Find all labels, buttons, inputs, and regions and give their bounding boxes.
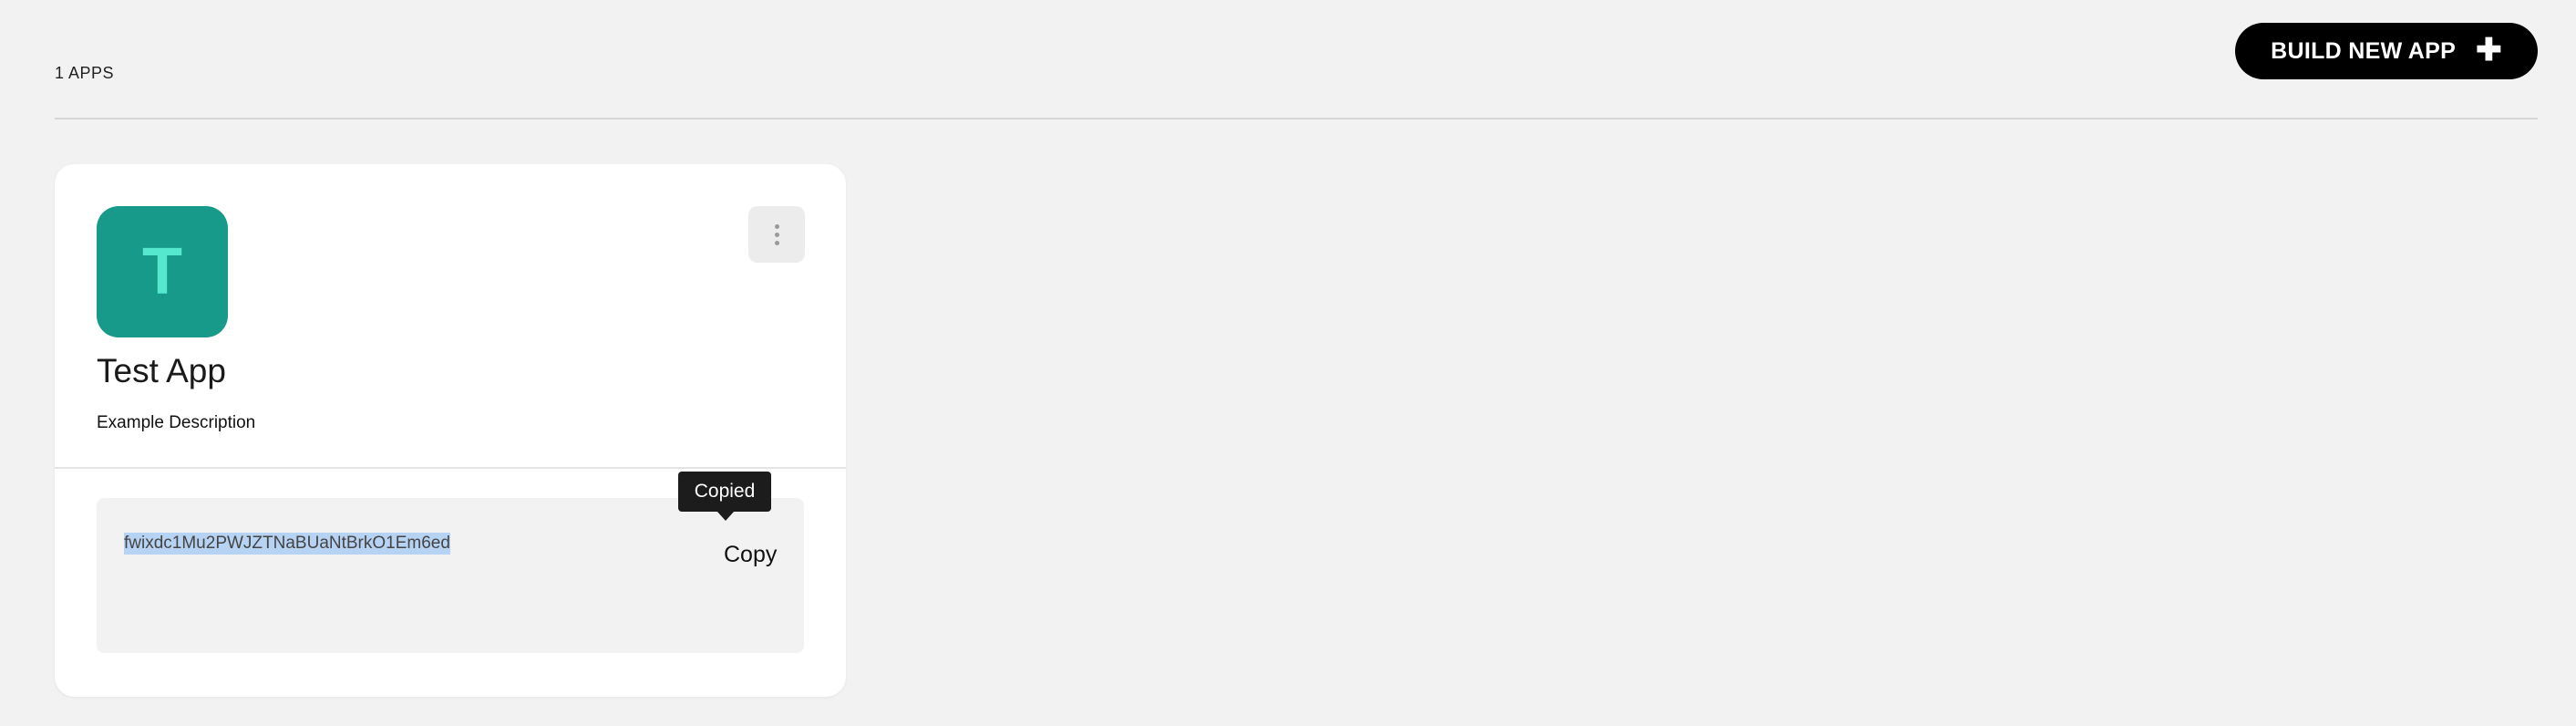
kebab-menu-icon	[774, 223, 779, 229]
app-card: T Test App Example Description fwixdc1Mu…	[55, 164, 846, 697]
copy-button[interactable]: Copy	[724, 542, 777, 568]
tooltip-arrow	[717, 512, 734, 521]
kebab-menu-icon-dot	[774, 232, 779, 237]
api-key-text[interactable]: fwixdc1Mu2PWJZTNaBUaNtBrkO1Em6ed	[124, 533, 450, 555]
app-card-menu-button[interactable]	[748, 206, 805, 263]
header-divider	[55, 118, 2538, 119]
api-key-box: fwixdc1Mu2PWJZTNaBUaNtBrkO1Em6ed Copy	[97, 498, 804, 653]
app-avatar: T	[97, 206, 228, 337]
build-new-app-label: BUILD NEW APP	[2271, 37, 2457, 64]
plus-icon: ✚	[2476, 32, 2502, 67]
app-name: Test App	[97, 352, 226, 389]
apps-page: 1 APPS BUILD NEW APP ✚ T Test App Exampl…	[0, 0, 2576, 726]
copied-tooltip: Copied	[678, 472, 771, 512]
app-description: Example Description	[97, 413, 256, 432]
build-new-app-button[interactable]: BUILD NEW APP ✚	[2235, 23, 2538, 79]
card-divider	[55, 467, 846, 469]
apps-count: 1 APPS	[55, 64, 115, 82]
kebab-menu-icon-dot	[774, 240, 779, 245]
